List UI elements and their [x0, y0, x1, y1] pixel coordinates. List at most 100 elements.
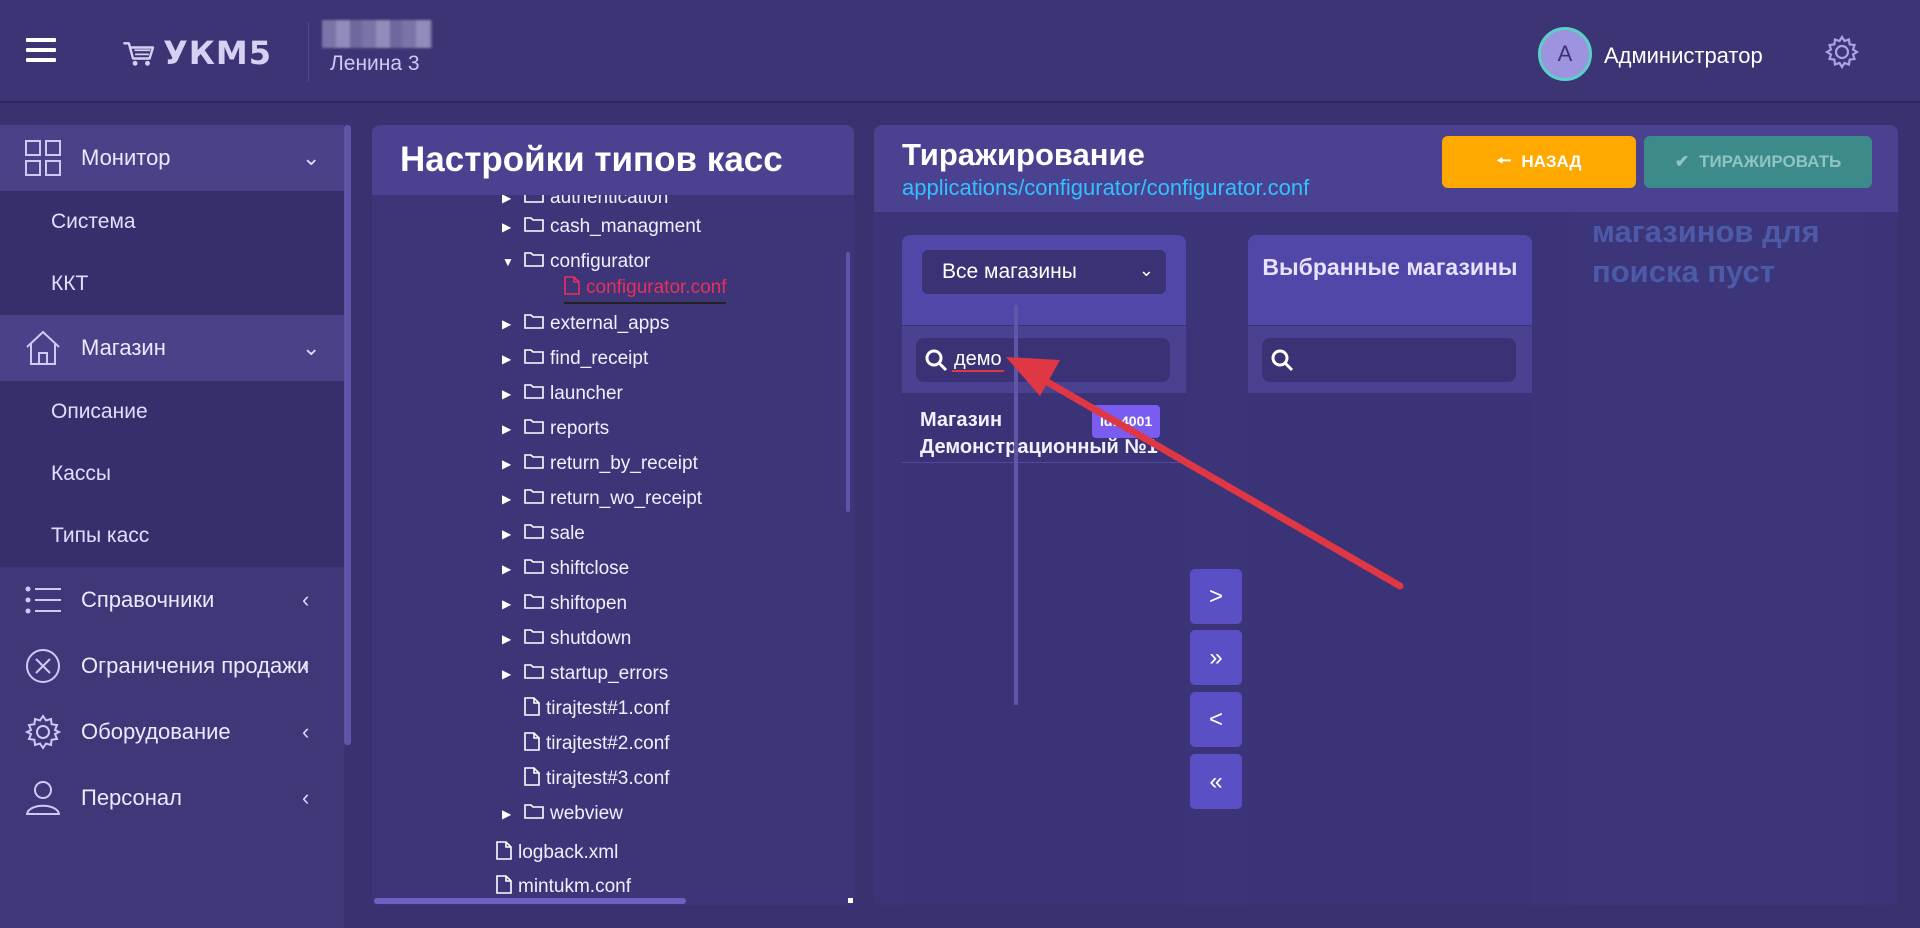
tree-folder-item[interactable]: ▶ shutdown	[502, 624, 631, 654]
tree-item-label: reports	[550, 418, 610, 439]
tree-item-label: shiftclose	[550, 558, 630, 579]
tree-folder-item[interactable]: ▶ launcher	[502, 379, 623, 409]
back-button[interactable]: 🠔 НАЗАД	[1442, 136, 1636, 188]
tree-item-label: tirajtest#2.conf	[546, 733, 670, 754]
tree-folder-item[interactable]: ▶ startup_errors	[502, 659, 668, 689]
config-path-link[interactable]: applications/configurator/configurator.c…	[902, 175, 1309, 201]
caret-right-icon[interactable]: ▶	[502, 667, 524, 681]
tree-file-item[interactable]: logback.xml	[496, 838, 618, 868]
tree-file-item[interactable]: tirajtest#2.conf	[524, 729, 670, 759]
house-icon	[26, 330, 60, 365]
chevron-down-icon: ⌄	[302, 335, 321, 360]
sidebar-item-kkt[interactable]: ККТ	[0, 253, 344, 315]
user-name[interactable]: Администратор	[1604, 43, 1763, 69]
folder-icon	[524, 453, 550, 475]
logo[interactable]: УКМ5	[122, 30, 272, 76]
tree-folder-item[interactable]: ▶ shiftopen	[502, 589, 627, 619]
caret-right-icon[interactable]: ▶	[502, 527, 524, 541]
right-panel-scrollbar[interactable]	[1014, 305, 1018, 705]
remove-selected-button[interactable]: <	[1190, 692, 1242, 747]
replicate-button-label: ТИРАЖИРОВАТЬ	[1699, 152, 1842, 171]
settings-gear-icon[interactable]	[1824, 34, 1860, 70]
chevron-left-icon: ‹	[302, 785, 310, 810]
panel-title: Настройки типов касс	[372, 125, 854, 195]
folder-icon	[524, 251, 550, 273]
chevron-left-icon: ‹	[302, 653, 310, 678]
caret-right-icon[interactable]: ▶	[502, 562, 524, 576]
search-icon	[925, 349, 948, 372]
avatar[interactable]: A	[1538, 27, 1592, 81]
user-icon	[25, 781, 61, 815]
sidebar-item-system[interactable]: Система	[0, 191, 344, 253]
tree-folder-item[interactable]: ▼ configurator	[502, 247, 650, 277]
file-icon	[564, 275, 586, 301]
tree-file-item[interactable]: tirajtest#1.conf	[524, 694, 670, 724]
sidebar-item-cashboxes[interactable]: Кассы	[0, 443, 344, 505]
add-selected-button[interactable]: >	[1190, 569, 1242, 624]
file-tree: ▶ authentication ▶ cash_managment ▼ configura…	[372, 195, 854, 905]
tree-folder-item[interactable]: ▶ authentication	[502, 195, 668, 213]
tree-vertical-scrollbar[interactable]	[846, 252, 850, 512]
tree-item-label: startup_errors	[550, 663, 669, 684]
sidebar-item-sale-restrictions[interactable]: Ограничения продажи ‹	[0, 633, 344, 699]
tree-folder-item[interactable]: ▶ return_by_receipt	[502, 449, 698, 479]
empty-search-message: магазинов для поиска пуст	[1592, 214, 1820, 289]
tree-file-item[interactable]: tirajtest#3.conf	[524, 764, 670, 794]
selected-stores-column: Выбранные магазины	[1248, 235, 1532, 905]
caret-right-icon[interactable]: ▶	[502, 807, 524, 821]
tree-folder-item[interactable]: ▶ shiftclose	[502, 554, 629, 584]
tree-folder-item[interactable]: ▶ external_apps	[502, 309, 669, 339]
forbidden-icon	[26, 649, 60, 683]
sidebar-item-description[interactable]: Описание	[0, 381, 344, 443]
tree-folder-item[interactable]: ▶ reports	[502, 414, 609, 444]
file-icon	[496, 840, 518, 866]
tree-folder-item[interactable]: ▶ return_wo_receipt	[502, 484, 702, 514]
caret-right-icon[interactable]: ▶	[502, 422, 524, 436]
caret-right-icon[interactable]: ▶	[502, 387, 524, 401]
store-search-value: демо	[954, 348, 1002, 370]
store-filter-select[interactable]: Все магазины ⌄	[922, 250, 1166, 294]
sidebar-item-equipment[interactable]: Оборудование ‹	[0, 699, 344, 765]
store-id-badge: Id: 4001	[1092, 405, 1161, 438]
selected-search-input[interactable]	[1262, 338, 1516, 382]
caret-right-icon[interactable]: ▶	[502, 220, 524, 234]
sidebar-item-monitor[interactable]: Монитор ⌄	[0, 125, 344, 191]
caret-right-icon[interactable]: ▶	[502, 195, 524, 205]
caret-down-icon[interactable]: ▼	[502, 255, 524, 269]
sidebar-item-directories[interactable]: Справочники ‹	[0, 567, 344, 633]
folder-icon	[524, 803, 550, 825]
tree-item-label: launcher	[550, 383, 623, 404]
sidebar-item-staff[interactable]: Персонал ‹	[0, 765, 344, 831]
add-all-button[interactable]: »	[1190, 630, 1242, 685]
sidebar-item-label: Ограничения продажи	[81, 653, 310, 678]
sidebar-scrollbar[interactable]	[344, 125, 351, 745]
caret-right-icon[interactable]: ▶	[502, 317, 524, 331]
replicate-button[interactable]: ✔ ТИРАЖИРОВАТЬ	[1644, 136, 1872, 188]
store-search-input[interactable]: демо	[916, 338, 1170, 382]
scroll-corner	[848, 898, 853, 903]
caret-right-icon[interactable]: ▶	[502, 492, 524, 506]
caret-right-icon[interactable]: ▶	[502, 457, 524, 471]
store-name[interactable]: Ленина 3	[330, 52, 420, 76]
tree-horizontal-scrollbar[interactable]	[374, 898, 686, 904]
tree-folder-item[interactable]: ▶ webview	[502, 799, 623, 829]
replication-panel: Тиражирование applications/configurator/…	[874, 125, 1898, 905]
tree-item-label: mintukm.conf	[518, 876, 631, 897]
tree-folder-item[interactable]: ▶ sale	[502, 519, 585, 549]
caret-right-icon[interactable]: ▶	[502, 352, 524, 366]
menu-icon[interactable]	[26, 38, 56, 64]
store-label-blurred	[322, 20, 432, 48]
sidebar-item-cashbox-types[interactable]: Типы касс	[0, 505, 344, 567]
tree-folder-item[interactable]: ▶ find_receipt	[502, 344, 648, 374]
caret-right-icon[interactable]: ▶	[502, 597, 524, 611]
caret-right-icon[interactable]: ▶	[502, 632, 524, 646]
remove-all-button[interactable]: «	[1190, 754, 1242, 809]
tree-folder-item[interactable]: ▶ cash_managment	[502, 212, 701, 242]
search-value-underline	[952, 370, 1004, 372]
sidebar-item-store[interactable]: Магазин ⌄	[0, 315, 344, 381]
tree-item-label: tirajtest#1.conf	[546, 698, 670, 719]
tree-file-item[interactable]: configurator.conf	[564, 274, 727, 304]
sidebar: Монитор ⌄ Система ККТ Магазин ⌄ Описание…	[0, 125, 344, 928]
sidebar-item-label: Магазин	[81, 335, 166, 360]
list-item[interactable]: Магазин Демонстрационный №1 Id: 4001	[902, 393, 1186, 463]
